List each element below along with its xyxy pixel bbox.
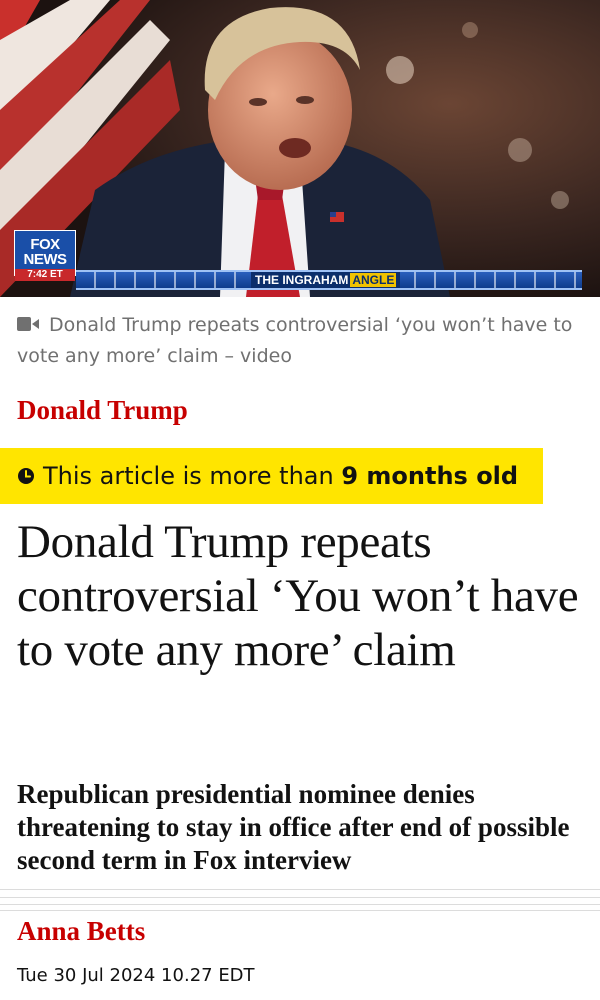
divider: [0, 897, 600, 898]
article-headline: Donald Trump repeats controversial ‘You …: [17, 516, 579, 676]
age-warning-prefix: This article is more than: [43, 462, 342, 490]
video-frame-image: [0, 0, 600, 297]
show-title-main: THE INGRAHAM: [255, 273, 349, 287]
divider: [0, 889, 600, 890]
fox-news-logo: FOX NEWS 7:42 ET: [14, 230, 76, 281]
divider: [0, 904, 600, 905]
article-video-still[interactable]: FOX NEWS 7:42 ET THE INGRAHAM ANGLE: [0, 0, 600, 297]
article-age-warning: This article is more than 9 months old: [0, 448, 543, 504]
age-warning-age: 9 months old: [341, 462, 519, 490]
logo-line-2: NEWS: [23, 251, 68, 268]
author-byline[interactable]: Anna Betts: [17, 913, 145, 949]
publish-date: Tue 30 Jul 2024 10.27 EDT: [17, 965, 255, 986]
broadcast-time: 7:42 ET: [15, 269, 75, 281]
section-label[interactable]: Donald Trump: [17, 392, 188, 428]
show-title-highlight: ANGLE: [350, 273, 397, 287]
video-caption[interactable]: Donald Trump repeats controversial ‘you …: [17, 310, 577, 372]
divider: [0, 910, 600, 911]
video-caption-text: Donald Trump repeats controversial ‘you …: [17, 314, 573, 367]
clock-icon: [18, 468, 34, 484]
video-icon: [17, 317, 39, 331]
show-title: THE INGRAHAM ANGLE: [251, 272, 401, 288]
article-standfirst: Republican presidential nominee denies t…: [17, 779, 570, 875]
broadcast-chyron: THE INGRAHAM ANGLE: [76, 270, 582, 290]
